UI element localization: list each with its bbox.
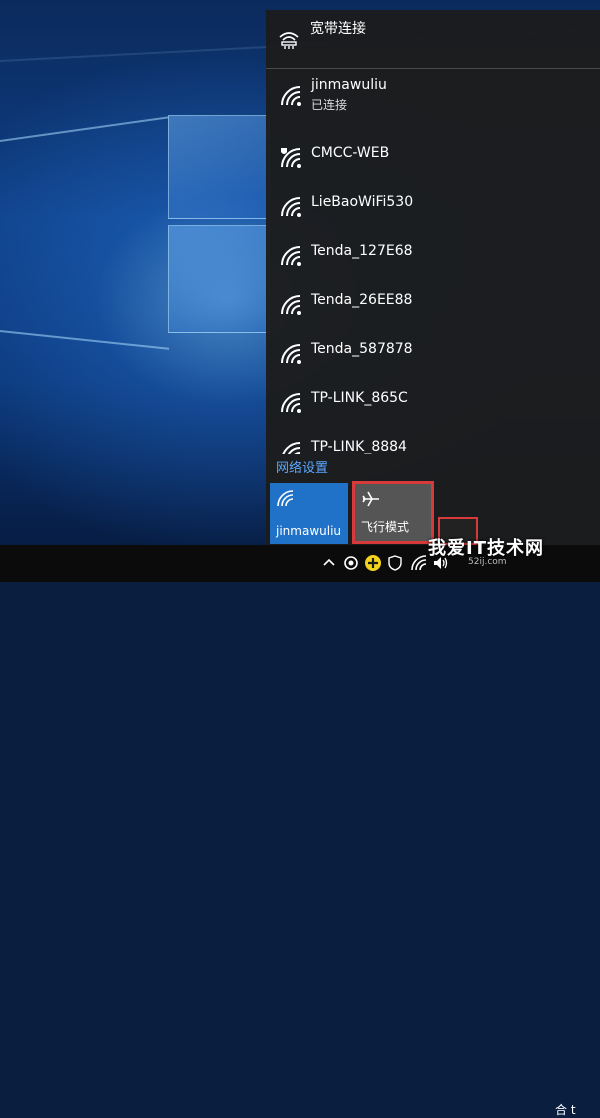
wifi-network-name: Tenda_127E68: [311, 243, 413, 259]
wifi-network-name: LieBaoWiFi530: [311, 194, 414, 210]
record-icon[interactable]: [342, 554, 360, 572]
wifi-icon[interactable]: [410, 554, 428, 572]
windows-logo-pane-top: [168, 115, 270, 219]
wifi-icon: [281, 197, 301, 217]
wifi-icon: [277, 490, 294, 507]
wifi-network-item[interactable]: Tenda_26EE88: [266, 281, 600, 329]
wifi-icon: [282, 442, 301, 454]
airplane-icon: [362, 491, 379, 507]
wifi-network-name: TP-LINK_8884: [311, 439, 407, 454]
wifi-network-name: CMCC-WEB: [311, 145, 390, 161]
wifi-network-item[interactable]: Tenda_587878: [266, 330, 600, 378]
shield-icon[interactable]: [386, 554, 404, 572]
network-settings-link[interactable]: 网络设置: [276, 457, 328, 476]
wifi-network-item[interactable]: TP-LINK_8884: [266, 428, 600, 454]
wifi-shield-icon: [281, 148, 301, 168]
dialup-icon: [279, 32, 299, 49]
wifi-icon: [281, 393, 301, 413]
light-beam: [0, 116, 169, 142]
wifi-network-item[interactable]: jinmawuliu 已连接: [266, 72, 600, 128]
wifi-network-item[interactable]: CMCC-WEB: [266, 134, 600, 182]
wifi-icon: [281, 295, 301, 315]
windows-logo-pane-bottom: [168, 225, 270, 333]
broadband-label: 宽带连接: [310, 21, 366, 37]
network-flyout: 宽带连接 jinmawuliu 已连接 CMCC-WEB LieBaoWiFi5…: [266, 10, 600, 545]
wifi-network-name: TP-LINK_865C: [311, 390, 408, 406]
clock-fragment[interactable]: 合 t: [555, 1101, 576, 1118]
watermark-sub: 52ij.com: [468, 557, 507, 567]
wifi-network-status: 已连接: [311, 98, 348, 112]
wifi-network-item[interactable]: LieBaoWiFi530: [266, 183, 600, 231]
wifi-network-name: Tenda_587878: [311, 341, 413, 357]
chevron-up-icon[interactable]: [320, 554, 338, 572]
plus-badge-icon[interactable]: [364, 554, 382, 572]
wifi-network-item[interactable]: TP-LINK_865C: [266, 379, 600, 427]
divider: [266, 68, 600, 69]
wifi-quick-action-tile[interactable]: jinmawuliu: [270, 483, 348, 544]
wifi-tile-label: jinmawuliu: [276, 524, 342, 538]
broadband-connection[interactable]: 宽带连接: [266, 10, 600, 68]
light-beam: [0, 330, 170, 350]
wifi-icon: [281, 246, 301, 266]
airplane-tile-label: 飞行模式: [361, 520, 410, 534]
wifi-network-item[interactable]: Tenda_127E68: [266, 232, 600, 280]
wifi-network-name: Tenda_26EE88: [311, 292, 413, 308]
wifi-icon: [281, 86, 301, 106]
airplane-mode-tile[interactable]: 飞行模式: [352, 481, 434, 544]
wifi-icon: [281, 344, 301, 364]
wifi-network-name: jinmawuliu: [311, 77, 387, 93]
wifi-network-list[interactable]: jinmawuliu 已连接 CMCC-WEB LieBaoWiFi530 Te…: [266, 72, 600, 454]
